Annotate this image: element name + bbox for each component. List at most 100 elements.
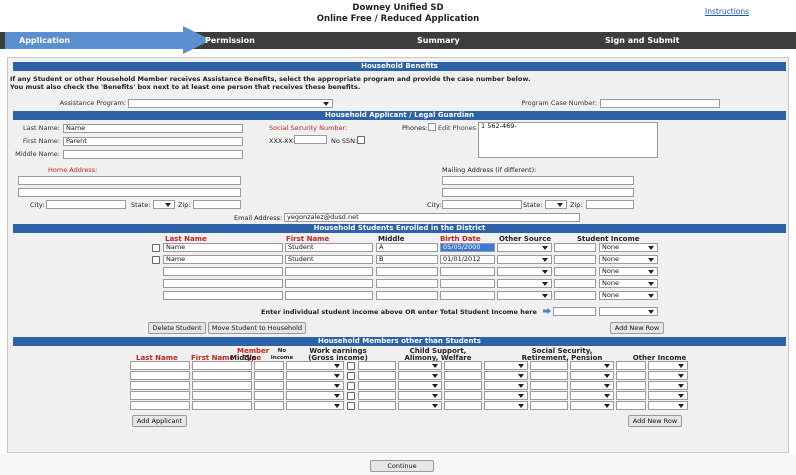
student-income-frequency-select[interactable]: None [599, 255, 658, 264]
member-type-select[interactable] [286, 381, 344, 390]
edit-phones-icon[interactable] [428, 123, 436, 131]
member-social-security-amount-input[interactable] [530, 381, 568, 390]
student-income-amount-input[interactable] [554, 243, 596, 252]
member-child-support-amount-input[interactable] [444, 371, 482, 380]
student-first-name-input[interactable] [285, 267, 373, 276]
member-no-income-checkbox[interactable] [347, 372, 355, 380]
student-income-amount-input[interactable] [554, 291, 596, 300]
member-first-name-input[interactable] [192, 401, 252, 410]
member-work-frequency-select[interactable] [398, 381, 442, 390]
member-work-frequency-select[interactable] [398, 391, 442, 400]
mailing-city-input[interactable] [442, 200, 522, 209]
email-input[interactable]: yegonzalez@dusd.net [284, 213, 580, 222]
student-first-name-input[interactable] [285, 279, 373, 288]
member-middle-input[interactable] [254, 381, 284, 390]
mailing-address-line2[interactable] [442, 188, 634, 197]
member-social-security-amount-input[interactable] [530, 371, 568, 380]
home-state-select[interactable] [153, 200, 175, 209]
member-middle-input[interactable] [254, 361, 284, 370]
student-other-source-select[interactable] [497, 243, 552, 252]
student-other-source-select[interactable] [497, 255, 552, 264]
student-income-frequency-select[interactable]: None [599, 243, 658, 252]
member-child-support-frequency-select[interactable] [484, 361, 528, 370]
student-other-source-select[interactable] [497, 279, 552, 288]
member-other-income-frequency-select[interactable] [648, 381, 688, 390]
student-birth-date-input[interactable] [440, 267, 495, 276]
student-first-name-input[interactable]: Student [285, 243, 373, 252]
home-city-input[interactable] [46, 200, 126, 209]
no-ssn-checkbox[interactable] [357, 136, 365, 144]
member-work-amount-input[interactable] [358, 401, 396, 410]
member-last-name-input[interactable] [130, 371, 190, 380]
instructions-link[interactable]: Instructions [705, 7, 749, 16]
student-first-name-input[interactable] [285, 291, 373, 300]
member-first-name-input[interactable] [192, 381, 252, 390]
student-middle-input[interactable]: B [376, 255, 438, 264]
home-zip-input[interactable] [193, 200, 241, 209]
student-income-frequency-select[interactable]: None [599, 267, 658, 276]
member-child-support-frequency-select[interactable] [484, 391, 528, 400]
member-social-security-frequency-select[interactable] [570, 361, 614, 370]
member-work-frequency-select[interactable] [398, 361, 442, 370]
applicant-middle-name-input[interactable] [63, 150, 243, 159]
member-social-security-frequency-select[interactable] [570, 371, 614, 380]
member-last-name-input[interactable] [130, 381, 190, 390]
mailing-state-select[interactable] [545, 200, 567, 209]
home-address-line1[interactable] [18, 176, 241, 185]
member-no-income-checkbox[interactable] [347, 382, 355, 390]
total-student-income-frequency-select[interactable] [599, 307, 658, 316]
student-last-name-input[interactable]: Name [163, 255, 283, 264]
student-income-frequency-select[interactable]: None [599, 291, 658, 300]
student-income-amount-input[interactable] [554, 255, 596, 264]
member-child-support-amount-input[interactable] [444, 381, 482, 390]
step-application[interactable]: Application [5, 32, 183, 49]
member-other-income-frequency-select[interactable] [648, 401, 688, 410]
student-birth-date-input[interactable] [440, 291, 495, 300]
member-social-security-amount-input[interactable] [530, 361, 568, 370]
member-type-select[interactable] [286, 361, 344, 370]
member-first-name-input[interactable] [192, 391, 252, 400]
member-child-support-amount-input[interactable] [444, 391, 482, 400]
member-work-amount-input[interactable] [358, 371, 396, 380]
students-add-row-button[interactable]: Add New Row [610, 322, 664, 334]
step-permission[interactable]: Permission [205, 32, 255, 49]
move-student-button[interactable]: Move Student to Household [208, 322, 306, 334]
member-last-name-input[interactable] [130, 401, 190, 410]
student-income-amount-input[interactable] [554, 267, 596, 276]
member-social-security-frequency-select[interactable] [570, 401, 614, 410]
student-last-name-input[interactable] [163, 267, 283, 276]
member-work-frequency-select[interactable] [398, 371, 442, 380]
student-last-name-input[interactable] [163, 291, 283, 300]
phones-textarea[interactable]: 1 562-469- [478, 122, 658, 158]
member-child-support-frequency-select[interactable] [484, 401, 528, 410]
member-work-amount-input[interactable] [358, 391, 396, 400]
student-middle-input[interactable] [376, 279, 438, 288]
student-other-source-select[interactable] [497, 291, 552, 300]
member-last-name-input[interactable] [130, 391, 190, 400]
student-birth-date-input[interactable]: 01/01/2012 [440, 255, 495, 264]
member-first-name-input[interactable] [192, 371, 252, 380]
member-other-income-frequency-select[interactable] [648, 361, 688, 370]
member-no-income-checkbox[interactable] [347, 392, 355, 400]
step-sign-submit[interactable]: Sign and Submit [605, 32, 679, 49]
student-income-amount-input[interactable] [554, 279, 596, 288]
member-child-support-frequency-select[interactable] [484, 371, 528, 380]
member-other-income-amount-input[interactable] [616, 401, 646, 410]
student-other-source-select[interactable] [497, 267, 552, 276]
member-work-amount-input[interactable] [358, 361, 396, 370]
student-middle-input[interactable] [376, 267, 438, 276]
member-other-income-amount-input[interactable] [616, 381, 646, 390]
applicant-first-name-input[interactable]: Parent [63, 137, 243, 146]
student-birth-date-input[interactable]: 05/05/2000 [440, 243, 495, 252]
member-social-security-frequency-select[interactable] [570, 391, 614, 400]
delete-student-button[interactable]: Delete Student [148, 322, 206, 334]
assistance-program-select[interactable] [128, 99, 333, 108]
member-other-income-frequency-select[interactable] [648, 391, 688, 400]
total-student-income-input[interactable] [553, 307, 596, 316]
add-applicant-button[interactable]: Add Applicant [132, 415, 187, 427]
member-child-support-frequency-select[interactable] [484, 381, 528, 390]
student-select-checkbox[interactable] [152, 256, 160, 264]
home-address-line2[interactable] [18, 188, 241, 197]
member-child-support-amount-input[interactable] [444, 401, 482, 410]
continue-button[interactable]: Continue [370, 460, 434, 472]
